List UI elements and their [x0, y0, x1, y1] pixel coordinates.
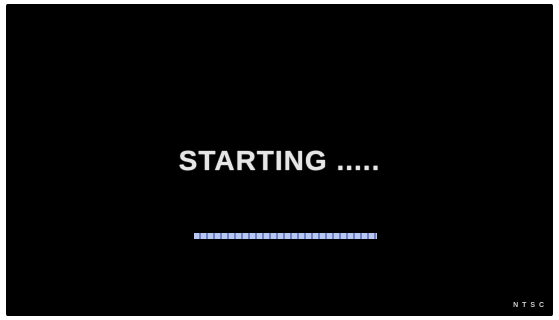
corner-label: N T S C [513, 302, 545, 309]
progress-bar-fill [194, 233, 377, 239]
starting-status-text: STARTING ..... [178, 145, 381, 176]
boot-screen-frame: STARTING ..... N T S C [0, 0, 559, 320]
progress-bar [194, 233, 377, 239]
boot-screen: STARTING ..... N T S C [6, 4, 553, 316]
